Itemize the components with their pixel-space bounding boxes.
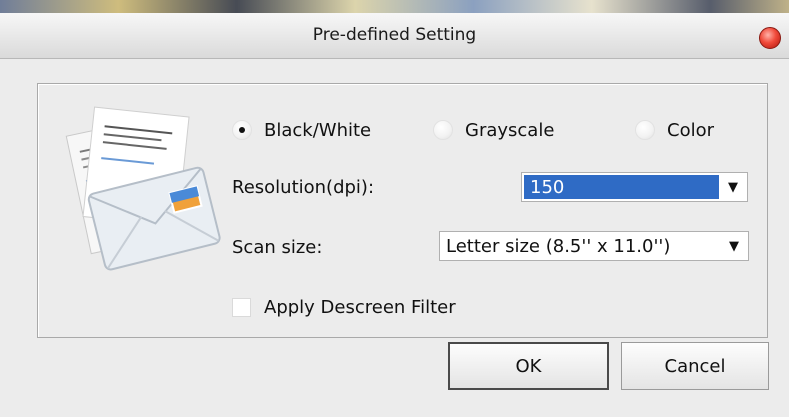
- scan-size-select[interactable]: Letter size (8.5'' x 11.0'') ▼: [439, 231, 749, 261]
- radio-label: Color: [667, 119, 714, 141]
- checkbox-box[interactable]: [232, 298, 251, 317]
- title-bar: Pre-defined Setting: [0, 13, 789, 59]
- scan-size-value: Letter size (8.5'' x 11.0''): [446, 235, 671, 257]
- ok-button[interactable]: OK: [448, 342, 609, 390]
- background-desktop-strip: [0, 0, 789, 14]
- settings-panel: Black/White Grayscale Color Resolution(d…: [37, 83, 768, 338]
- chevron-down-icon[interactable]: ▼: [723, 235, 745, 257]
- radio-color[interactable]: Color: [635, 117, 714, 143]
- radio-black-white[interactable]: Black/White: [232, 117, 371, 143]
- radio-dot: [635, 120, 655, 140]
- resolution-value: 150: [524, 175, 719, 199]
- resolution-label: Resolution(dpi):: [232, 177, 375, 198]
- radio-grayscale[interactable]: Grayscale: [433, 117, 554, 143]
- dialog-window: Pre-defined Setting Black/White Grayscal…: [0, 13, 789, 417]
- descreen-checkbox[interactable]: Apply Descreen Filter: [232, 297, 456, 318]
- radio-dot: [433, 120, 453, 140]
- document-envelope-icon: [65, 106, 221, 271]
- close-icon[interactable]: [759, 27, 781, 49]
- scan-size-label: Scan size:: [232, 237, 323, 258]
- descreen-label: Apply Descreen Filter: [264, 297, 456, 318]
- radio-label: Grayscale: [465, 119, 555, 141]
- dialog-title: Pre-defined Setting: [312, 25, 477, 45]
- resolution-select[interactable]: 150 ▼: [521, 172, 748, 202]
- chevron-down-icon[interactable]: ▼: [722, 176, 744, 198]
- radio-dot: [232, 120, 252, 140]
- cancel-button[interactable]: Cancel: [621, 342, 769, 390]
- radio-label: Black/White: [264, 119, 372, 141]
